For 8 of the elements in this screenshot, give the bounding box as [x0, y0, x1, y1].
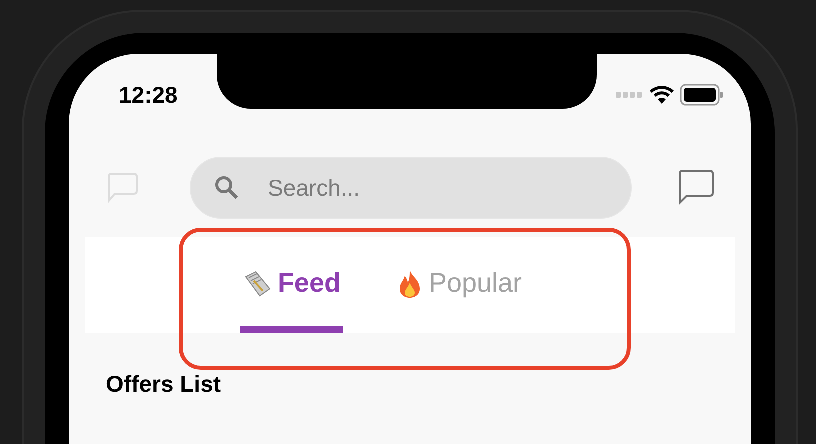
battery-icon	[680, 84, 723, 106]
tab[interactable]: Feed	[240, 237, 343, 333]
signal-icon	[616, 91, 642, 99]
wifi-icon	[650, 86, 674, 104]
section-title: Offers List	[106, 371, 222, 398]
status-time: 12:28	[119, 82, 178, 108]
chat-icon[interactable]	[677, 169, 715, 207]
search-field[interactable]: Search...	[190, 157, 632, 219]
